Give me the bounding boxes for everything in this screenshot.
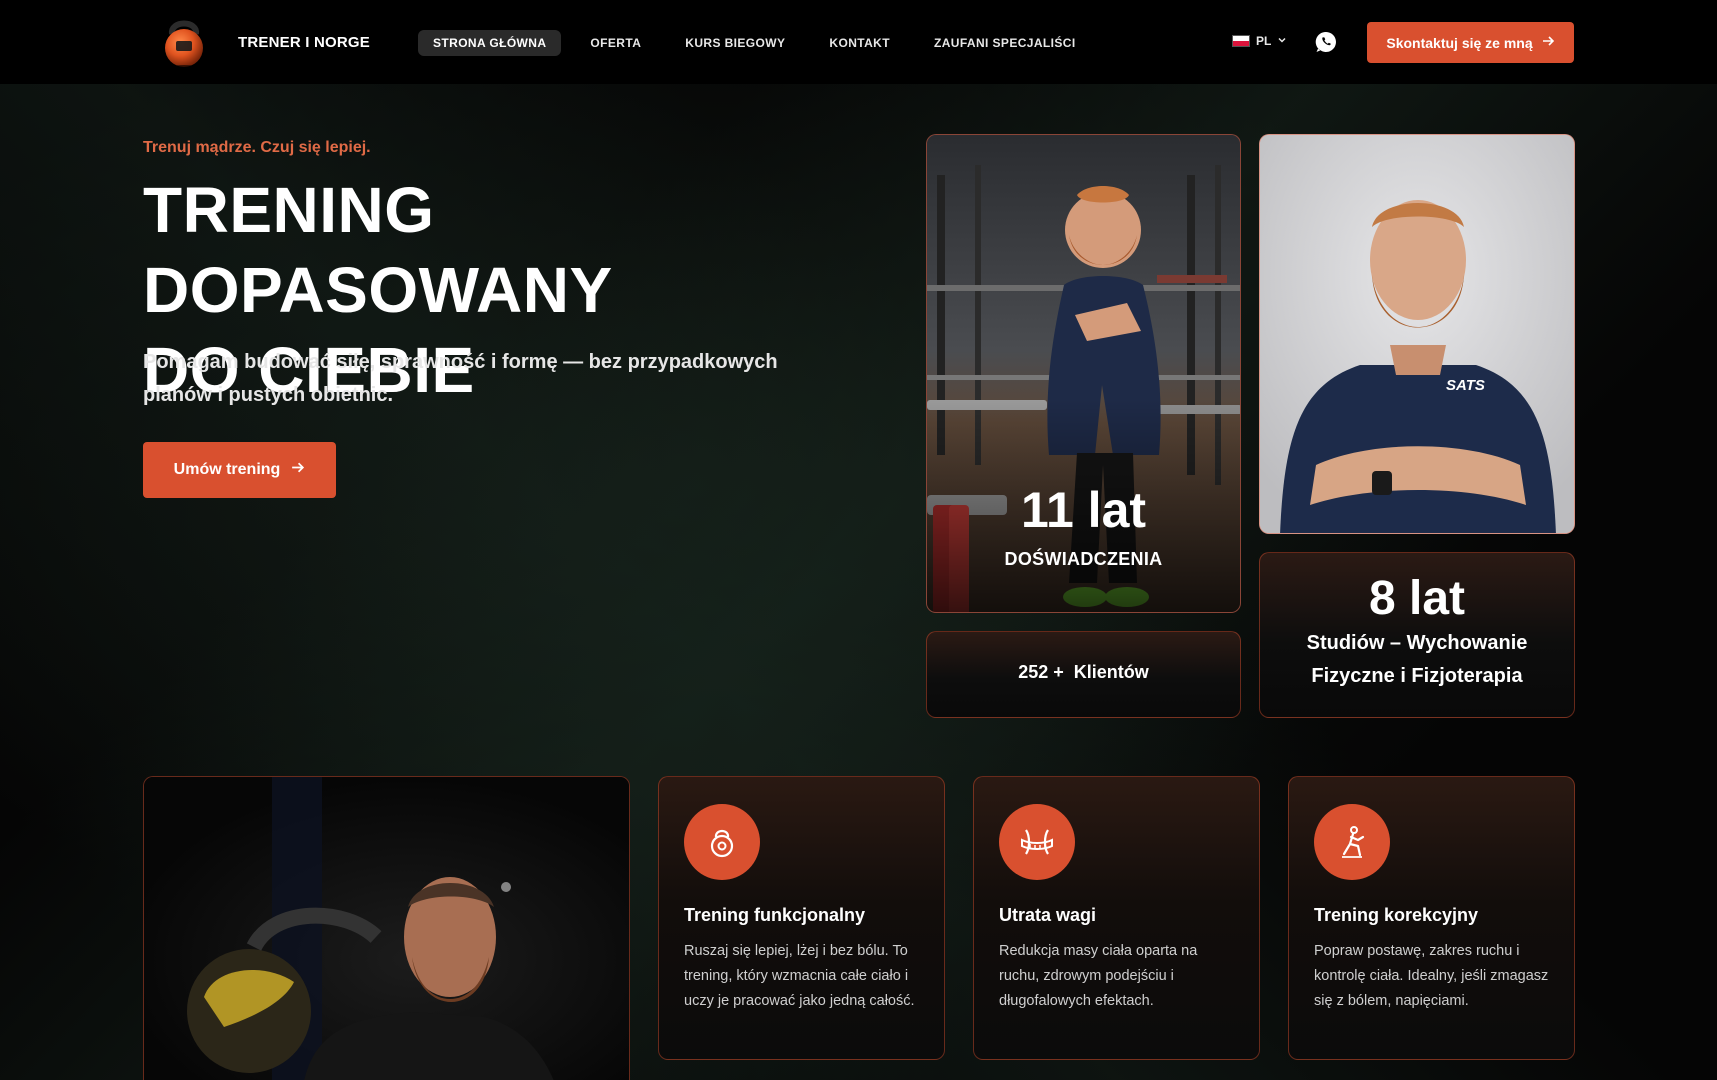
service-card-weight-loss[interactable]: Utrata wagi Redukcja masy ciała oparta n…	[973, 776, 1260, 1060]
experience-label: DOŚWIADCZENIA	[1004, 549, 1163, 569]
nav-item-home[interactable]: STRONA GŁÓWNA	[418, 30, 562, 56]
site-header: TRENER I NORGE STRONA GŁÓWNA OFERTA KURS…	[0, 0, 1717, 84]
book-training-label: Umów trening	[173, 461, 281, 478]
arrow-right-icon	[1541, 34, 1555, 51]
language-code: PL	[1256, 34, 1272, 48]
stretching-person-icon	[1314, 804, 1390, 880]
service-description: Redukcja masy ciała oparta na ruchu, zdr…	[999, 943, 1198, 1009]
service-title: Trening korekcyjny	[1314, 905, 1479, 925]
brand-name[interactable]: TRENER I NORGE	[238, 34, 370, 51]
main-nav: STRONA GŁÓWNA OFERTA KURS BIEGOWY KONTAK…	[418, 30, 1105, 56]
nav-item-trusted-specialists[interactable]: ZAUFANI SPECJALIŚCI	[919, 30, 1091, 56]
trainer-gym-photo: 11 lat DOŚWIADCZENIA	[926, 134, 1241, 613]
waist-measure-icon	[999, 804, 1075, 880]
hero-subtitle: Pomagam budować siłę, sprawność i formę …	[143, 351, 778, 406]
kettlebell-training-photo	[143, 776, 630, 1080]
kettlebell-icon	[684, 804, 760, 880]
poland-flag-icon	[1232, 35, 1250, 47]
service-description: Ruszaj się lepiej, lżej i bez bólu. To t…	[684, 943, 915, 1009]
nav-item-offer[interactable]: OFERTA	[575, 30, 656, 56]
clients-stat-card: 252 + Klientów	[926, 631, 1241, 718]
contact-me-button[interactable]: Skontaktuj się ze mną	[1367, 22, 1574, 63]
service-card-functional-training[interactable]: Trening funkcjonalny Ruszaj się lepiej, …	[658, 776, 945, 1060]
service-description: Popraw postawę, zakres ruchu i kontrolę …	[1314, 943, 1549, 1009]
clients-value: 252 +	[1018, 662, 1064, 682]
studies-value: 8 lat	[1368, 572, 1466, 625]
service-title: Utrata wagi	[999, 905, 1097, 925]
clients-label: Klientów	[1073, 662, 1149, 682]
hero-tagline: Trenuj mądrze. Czuj się lepiej.	[143, 139, 371, 156]
studies-line1: Studiów – Wychowanie	[1306, 632, 1528, 654]
arrow-right-icon	[290, 460, 305, 480]
hero-headline-line1: TRENING DOPASOWANY	[143, 174, 613, 326]
sats-shirt-logo: SATS	[1446, 377, 1485, 394]
chevron-down-icon	[1277, 34, 1287, 48]
contact-me-label: Skontaktuj się ze mną	[1386, 34, 1533, 51]
nav-item-contact[interactable]: KONTAKT	[814, 30, 905, 56]
service-title: Trening funkcjonalny	[684, 905, 866, 925]
book-training-button[interactable]: Umów trening	[143, 442, 336, 498]
studies-stat-card: 8 lat Studiów – Wychowanie Fizyczne i Fi…	[1259, 552, 1575, 718]
kettlebell-logo-icon[interactable]	[150, 12, 218, 72]
nav-item-running-course[interactable]: KURS BIEGOWY	[670, 30, 800, 56]
language-selector[interactable]: PL	[1232, 34, 1287, 48]
experience-value: 11 lat	[1020, 482, 1147, 538]
whatsapp-icon[interactable]	[1314, 30, 1338, 54]
service-card-corrective-training[interactable]: Trening korekcyjny Popraw postawę, zakre…	[1288, 776, 1575, 1060]
studies-line2: Fizyczne i Fizjoterapia	[1311, 665, 1523, 687]
trainer-portrait-photo: SATS	[1259, 134, 1575, 534]
